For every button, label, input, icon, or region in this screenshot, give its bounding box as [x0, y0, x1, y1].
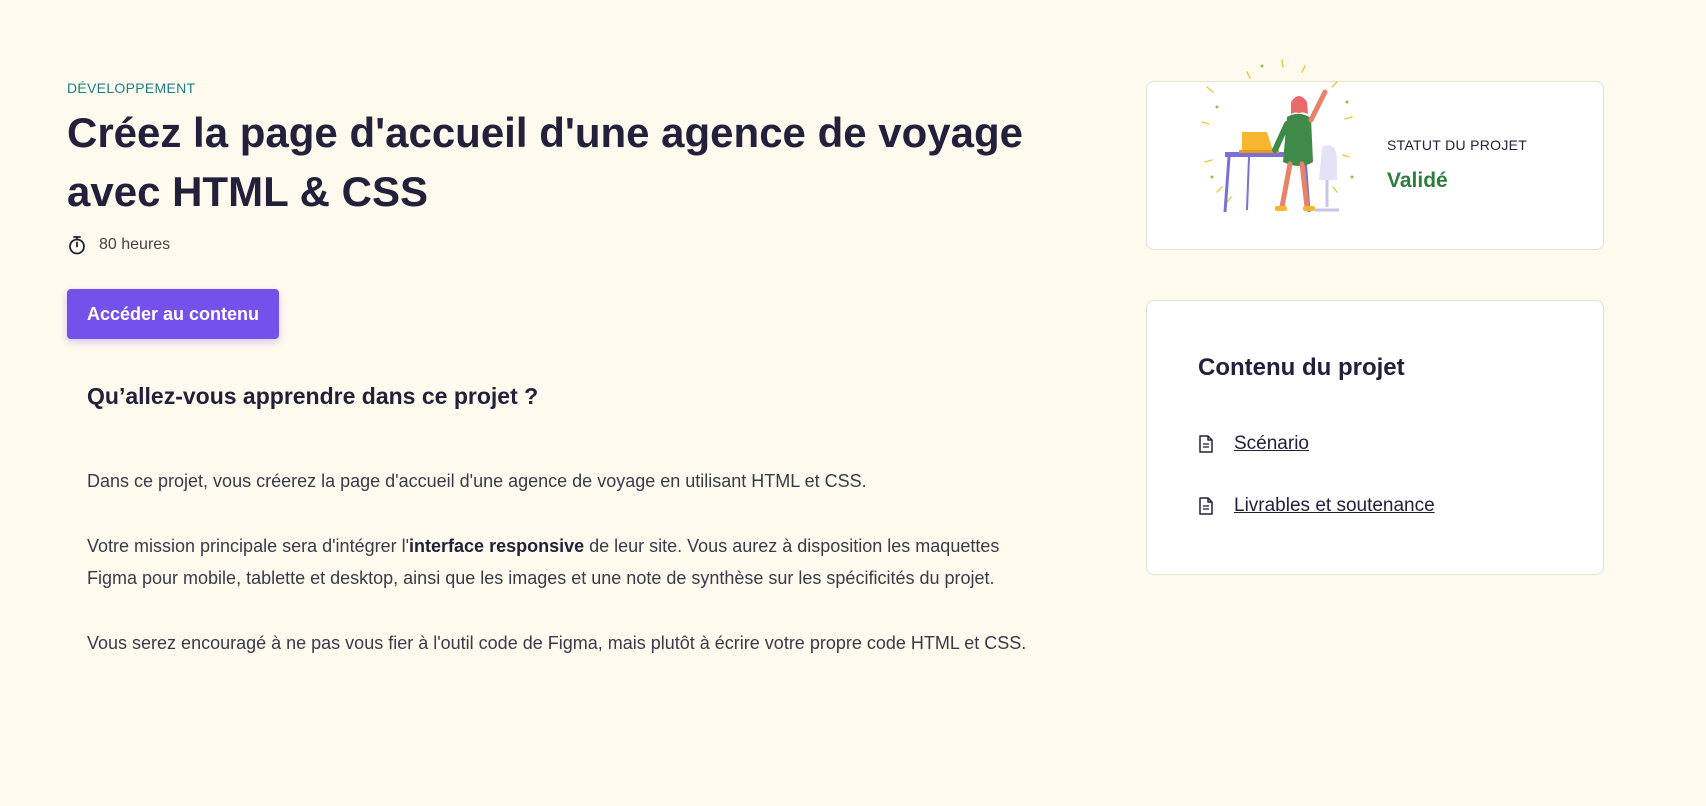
project-duration: 80 heures	[67, 235, 1067, 255]
learn-paragraph-1: Dans ce projet, vous créerez la page d'a…	[87, 471, 867, 491]
content-link-label[interactable]: Scénario	[1234, 433, 1309, 455]
project-main: DÉVELOPPEMENT Créez la page d'accueil d'…	[67, 80, 1067, 659]
project-status-card: STATUT DU PROJET Validé	[1146, 59, 1604, 250]
project-title: Créez la page d'accueil d'une agence de …	[67, 109, 1024, 215]
status-value: Validé	[1387, 169, 1448, 192]
status-label: STATUT DU PROJET	[1387, 137, 1528, 153]
access-content-button[interactable]: Accéder au contenu	[67, 289, 280, 339]
learn-paragraph-3: Vous serez encouragé à ne pas vous fier …	[87, 633, 1027, 653]
learn-heading: Qu’allez-vous apprendre dans ce projet ?	[87, 383, 539, 409]
content-link-label[interactable]: Livrables et soutenance	[1234, 495, 1435, 517]
project-contents-card: Contenu du projet Scénario Livrables et …	[1146, 300, 1604, 575]
duration-text: 80 heures	[99, 236, 171, 253]
project-category: DÉVELOPPEMENT	[67, 80, 196, 96]
paragraph-2-bold: interface responsive	[409, 536, 585, 556]
document-icon	[1199, 435, 1213, 453]
status-text: STATUT DU PROJET Validé	[1387, 137, 1527, 193]
document-icon	[1199, 497, 1213, 515]
stopwatch-icon	[69, 236, 85, 255]
learn-paragraph-2: Votre mission principale sera d'intégrer…	[87, 530, 1047, 594]
paragraph-2-text-before: Votre mission principale sera d'intégrer…	[87, 536, 410, 556]
contents-heading: Contenu du projet	[1198, 354, 1405, 381]
content-link-scenario[interactable]: Scénario	[1198, 433, 1309, 455]
learn-section: Qu’allez-vous apprendre dans ce projet ?…	[87, 383, 1047, 659]
person-at-desk-illustration	[1201, 59, 1354, 213]
content-link-deliverables[interactable]: Livrables et soutenance	[1198, 495, 1435, 517]
